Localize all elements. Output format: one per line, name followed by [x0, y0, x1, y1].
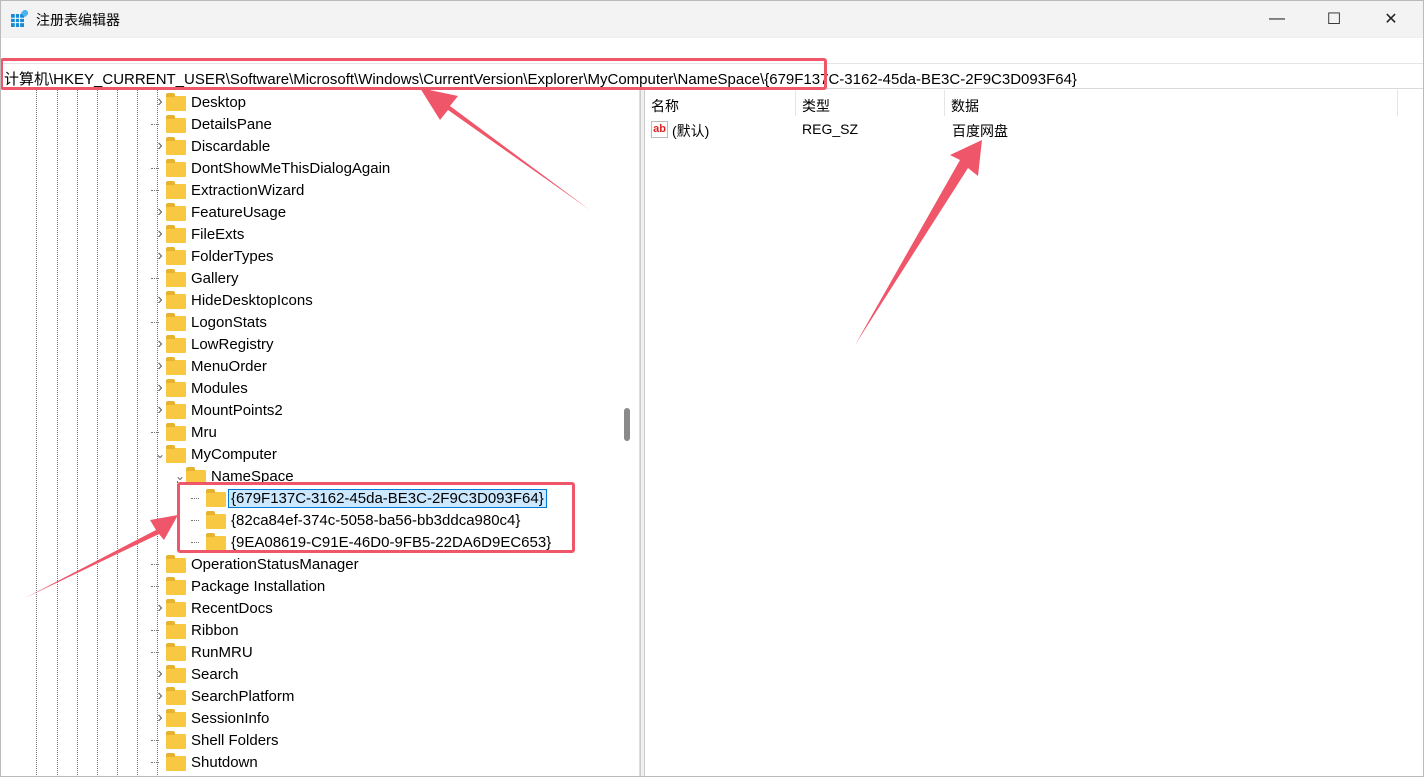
arrow-to-address [420, 88, 590, 210]
annotation-arrows [25, 88, 982, 598]
arrow-to-data [855, 140, 982, 345]
arrow-to-keys [25, 515, 178, 598]
